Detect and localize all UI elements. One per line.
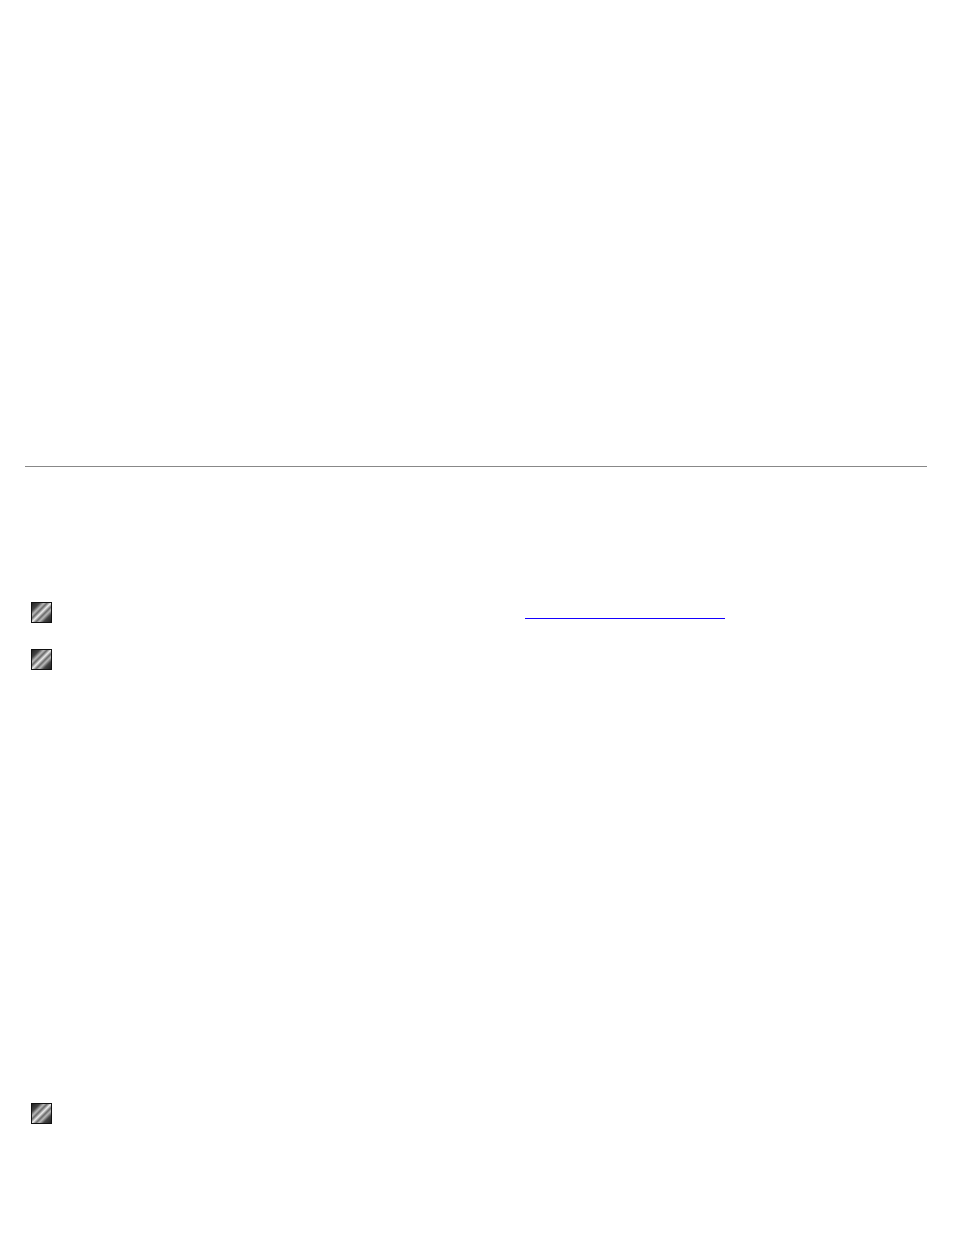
note-icon <box>31 1103 52 1124</box>
hyperlink[interactable] <box>525 607 725 619</box>
note-icon <box>31 602 52 623</box>
note-icon <box>31 649 52 670</box>
horizontal-rule <box>25 466 927 467</box>
